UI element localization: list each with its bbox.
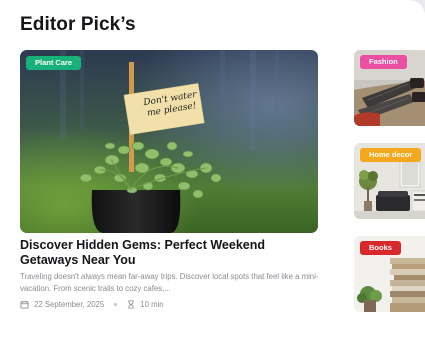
featured-image[interactable]: Plant Care Don't water me please!	[20, 50, 318, 233]
category-badge[interactable]: Books	[360, 241, 401, 255]
side-card-home-decor[interactable]: Home decor	[354, 143, 425, 219]
section-title: Editor Pick’s	[20, 14, 136, 35]
article-meta: 22 September, 2025 10 min	[20, 300, 164, 309]
side-card-fashion[interactable]: Fashion	[354, 50, 425, 126]
hourglass-icon	[127, 300, 135, 309]
category-badge[interactable]: Plant Care	[26, 56, 82, 70]
article-headline[interactable]: Discover Hidden Gems: Perfect Weekend Ge…	[20, 238, 320, 268]
calendar-icon	[20, 300, 29, 309]
category-badge[interactable]: Home decor	[360, 148, 422, 162]
article-read-time: 10 min	[140, 300, 164, 309]
article-excerpt: Traveling doesn't always mean far-away t…	[20, 272, 319, 293]
plant-photo	[20, 50, 318, 233]
side-card-books[interactable]: Books	[354, 236, 425, 312]
category-badge[interactable]: Fashion	[360, 55, 407, 69]
editor-picks-card: Editor Pick’s Plant Care Don't water me …	[0, 0, 425, 350]
article-date: 22 September, 2025	[34, 300, 105, 309]
meta-separator	[114, 303, 118, 306]
